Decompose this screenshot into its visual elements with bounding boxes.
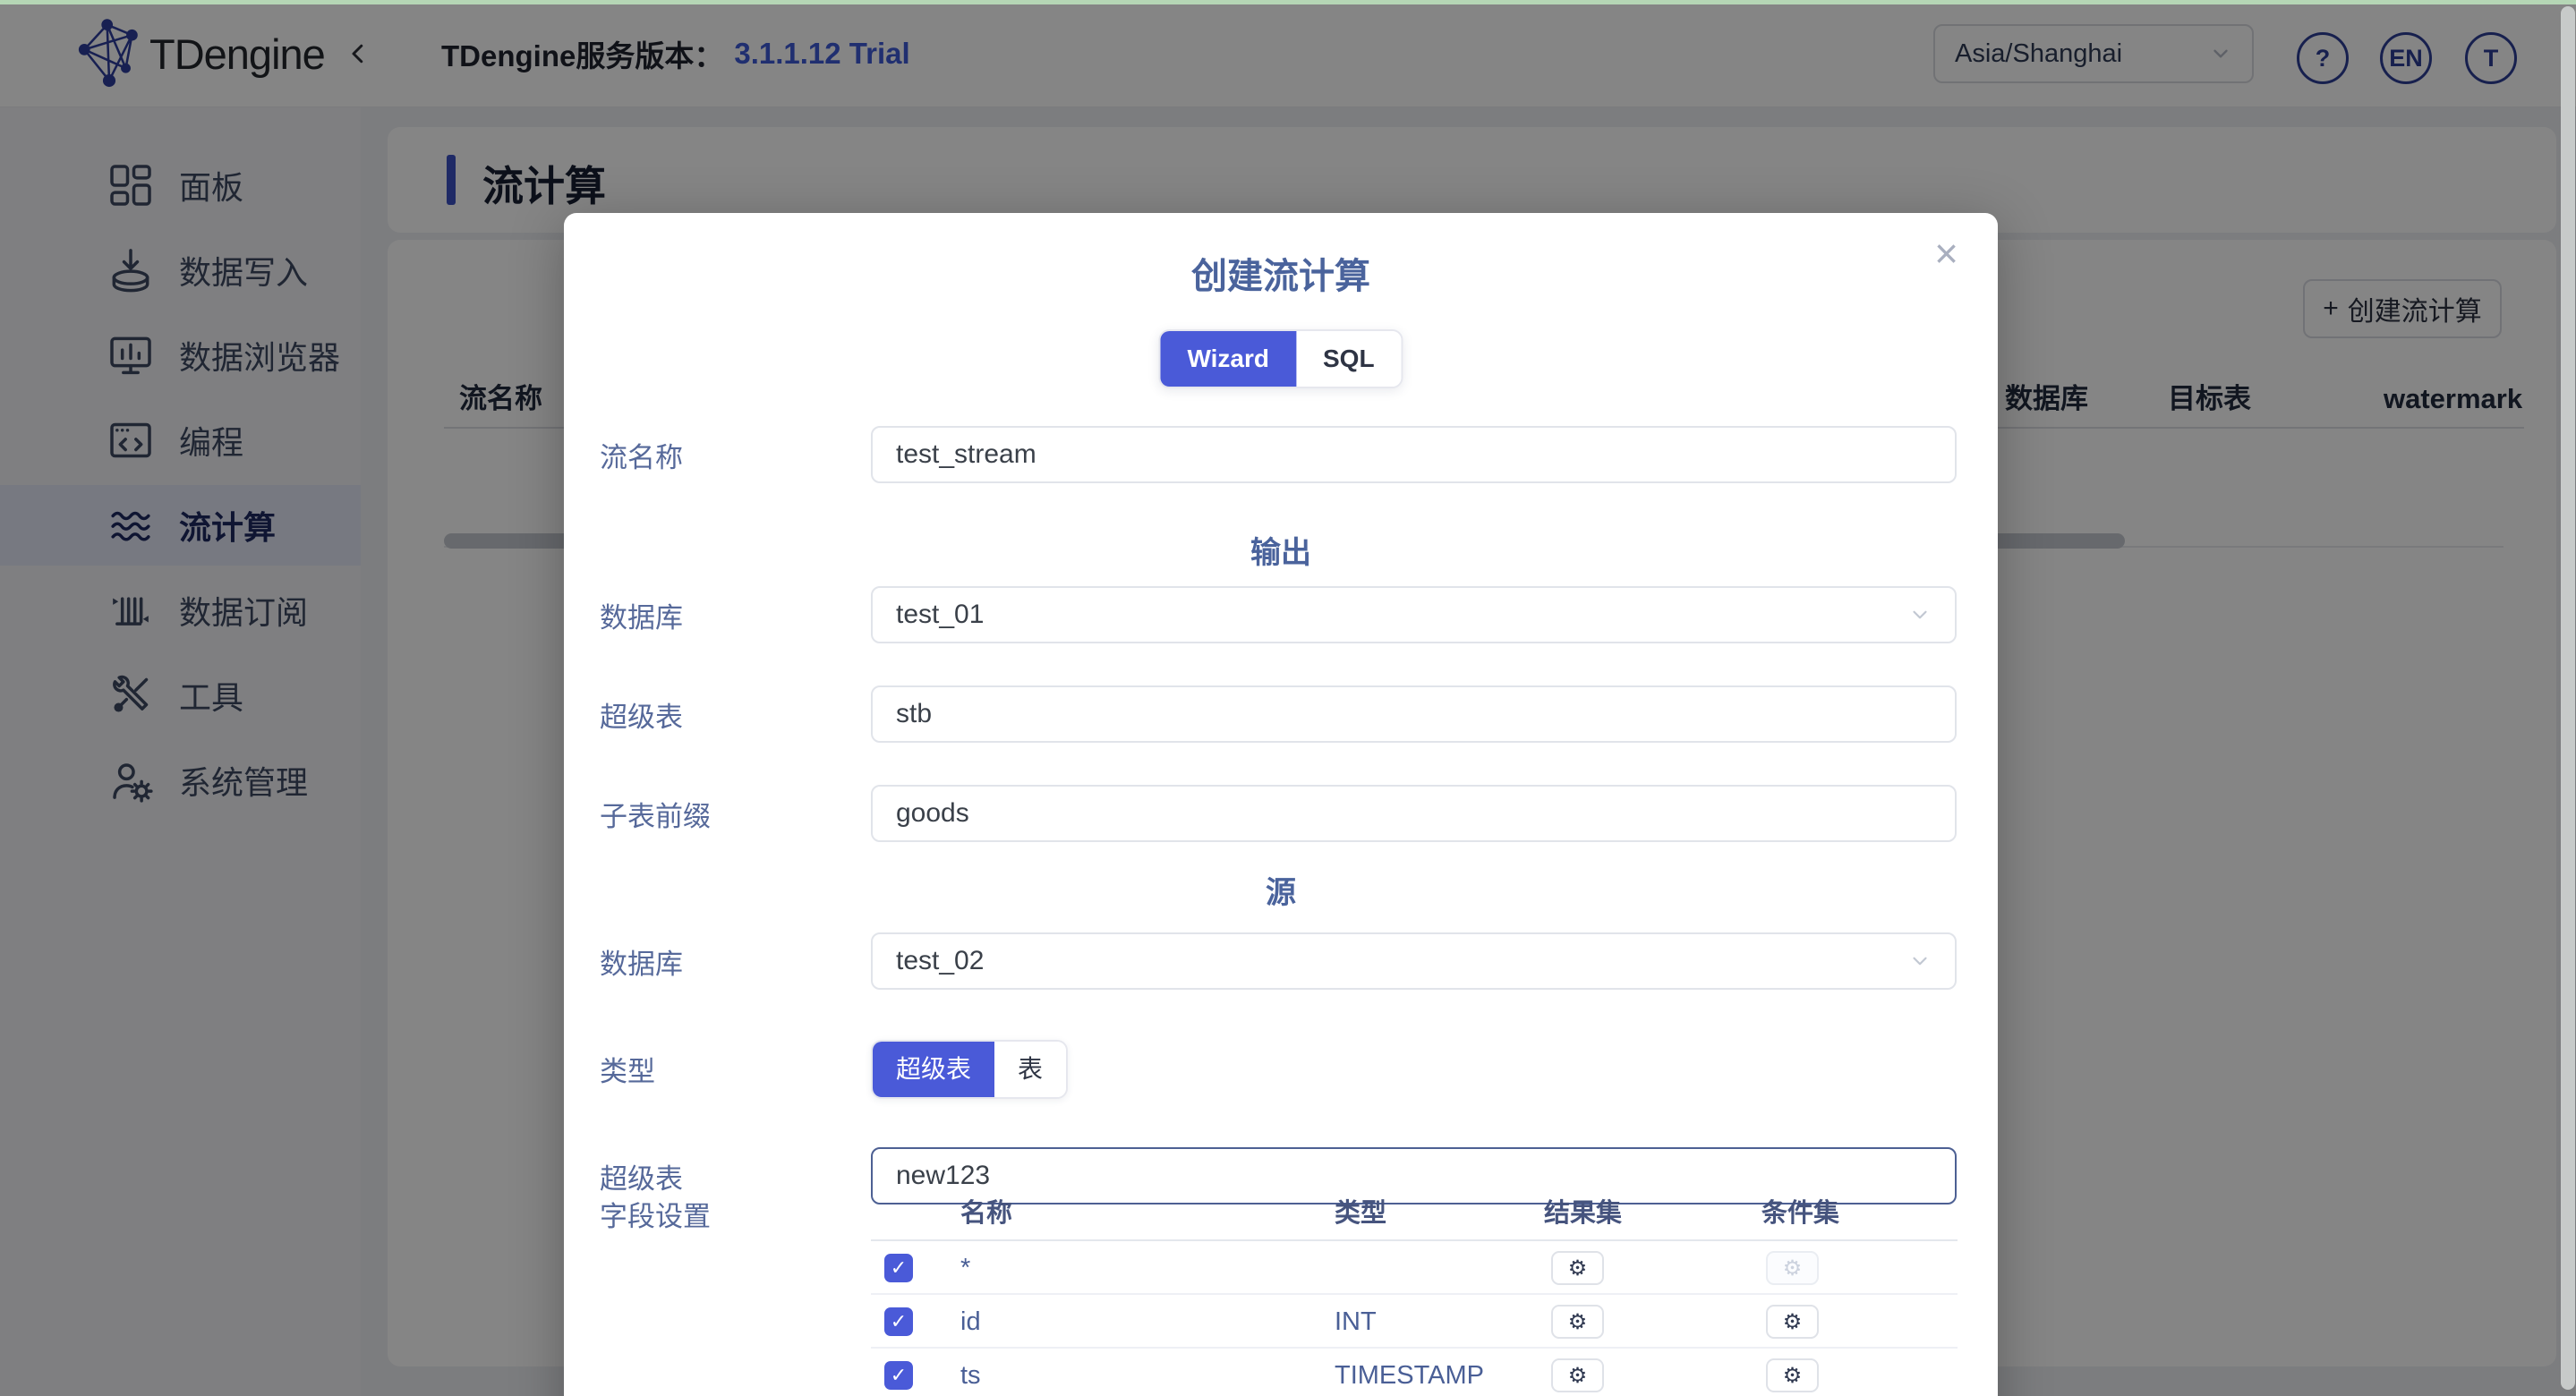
- gear-icon: ⚙: [1568, 1256, 1588, 1281]
- source-type-label: 类型: [600, 1040, 655, 1097]
- gear-icon: ⚙: [1783, 1309, 1803, 1335]
- result-set-gear-button[interactable]: ⚙: [1551, 1251, 1604, 1285]
- check-icon: ✓: [891, 1310, 907, 1333]
- mode-tab-group: Wizard SQL: [1158, 329, 1403, 388]
- field-type: TIMESTAMP: [1335, 1349, 1484, 1396]
- output-stable-label: 超级表: [600, 685, 683, 743]
- gear-icon: ⚙: [1568, 1309, 1588, 1335]
- modal-title: 创建流计算: [564, 247, 1998, 299]
- gear-icon: ⚙: [1568, 1363, 1588, 1389]
- field-row-star: ✓ * ⚙ ⚙: [871, 1241, 1958, 1295]
- tab-wizard[interactable]: Wizard: [1160, 331, 1296, 387]
- fields-header-type: 类型: [1335, 1197, 1386, 1230]
- gear-icon: ⚙: [1783, 1363, 1803, 1389]
- type-option-stable[interactable]: 超级表: [873, 1042, 994, 1097]
- source-section-title: 源: [564, 868, 1998, 912]
- browser-top-strip: [0, 0, 2576, 4]
- check-icon: ✓: [891, 1256, 907, 1280]
- vertical-scrollbar-thumb[interactable]: [2561, 6, 2575, 1390]
- source-database-value: test_02: [896, 946, 984, 976]
- gear-icon: ⚙: [1783, 1256, 1803, 1281]
- fields-header-condition-set: 条件集: [1761, 1197, 1839, 1230]
- output-database-select[interactable]: test_01: [871, 586, 1957, 643]
- field-row-id: ✓ id INT ⚙ ⚙: [871, 1295, 1958, 1349]
- source-type-toggle: 超级表 表: [871, 1040, 1068, 1099]
- fields-settings-label: 字段设置: [600, 1185, 711, 1242]
- stream-name-input[interactable]: [871, 426, 1957, 483]
- fields-header-result-set: 结果集: [1544, 1197, 1622, 1230]
- fields-header-name: 名称: [960, 1197, 1012, 1230]
- field-checkbox[interactable]: ✓: [884, 1307, 913, 1336]
- source-stable-input[interactable]: [871, 1147, 1957, 1204]
- field-name: ts: [960, 1349, 981, 1396]
- condition-set-gear-button-disabled: ⚙: [1766, 1251, 1819, 1285]
- output-database-label: 数据库: [600, 586, 683, 643]
- field-checkbox[interactable]: ✓: [884, 1361, 913, 1390]
- field-row-ts: ✓ ts TIMESTAMP ⚙ ⚙: [871, 1349, 1958, 1396]
- subtable-prefix-label: 子表前缀: [600, 785, 711, 842]
- subtable-prefix-input[interactable]: [871, 785, 1957, 842]
- field-checkbox[interactable]: ✓: [884, 1254, 913, 1282]
- app-root: TDengine TDengine服务版本： 3.1.1.12 Trial As…: [0, 0, 2576, 1396]
- field-name: id: [960, 1295, 981, 1349]
- result-set-gear-button[interactable]: ⚙: [1551, 1305, 1604, 1339]
- condition-set-gear-button[interactable]: ⚙: [1766, 1358, 1819, 1392]
- condition-set-gear-button[interactable]: ⚙: [1766, 1305, 1819, 1339]
- field-name: *: [960, 1241, 970, 1295]
- output-stable-input[interactable]: [871, 685, 1957, 743]
- chevron-down-icon: [1908, 949, 1932, 973]
- type-option-table[interactable]: 表: [994, 1042, 1066, 1097]
- tab-sql[interactable]: SQL: [1296, 331, 1402, 387]
- source-database-label: 数据库: [600, 932, 683, 990]
- check-icon: ✓: [891, 1364, 907, 1387]
- output-database-value: test_01: [896, 600, 984, 630]
- stream-name-label: 流名称: [600, 426, 683, 483]
- create-stream-modal: × 创建流计算 Wizard SQL 流名称 输出 数据库 test_01 超级…: [564, 213, 1998, 1396]
- source-database-select[interactable]: test_02: [871, 932, 1957, 990]
- chevron-down-icon: [1908, 603, 1932, 626]
- field-type: INT: [1335, 1295, 1377, 1349]
- result-set-gear-button[interactable]: ⚙: [1551, 1358, 1604, 1392]
- output-section-title: 输出: [564, 528, 1998, 572]
